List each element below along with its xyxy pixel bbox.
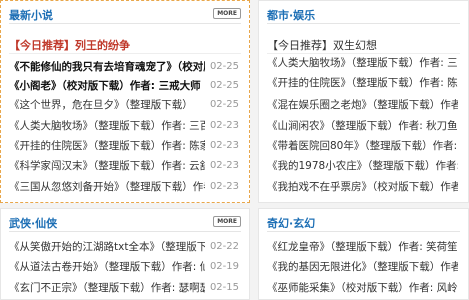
- list-item-title[interactable]: 《带着医院回80年》（整理版下载）作者: 辣饺: [267, 138, 458, 154]
- list-item-title[interactable]: 《三国从忽悠刘备开始》（整理版下载）作者: [9, 179, 205, 195]
- list-item-title[interactable]: 《我拍戏不在乎票房》（校对版下载）作者: [267, 179, 458, 195]
- list-item-title[interactable]: 《不能修仙的我只有去培育魂宠了》（校对版: [9, 59, 205, 75]
- panel-title[interactable]: 武侠·仙侠: [9, 215, 57, 231]
- list-item[interactable]: 《不能修仙的我只有去培育魂宠了》（校对版 02-25: [9, 59, 239, 75]
- list-item[interactable]: 《玄门不正宗》（整理版下载）作者: 瑟啊瑟 02-15: [9, 280, 239, 296]
- list-item[interactable]: 《人类大脑牧场》（整理版下载）作者: 三百 02-23: [9, 118, 239, 134]
- list-item-title[interactable]: 《开挂的住院医》（整理版下载）作者: 陈家: [9, 138, 205, 154]
- list-item[interactable]: 《开挂的住院医》（整理版下载）作者: 陈家 02-23: [9, 138, 239, 154]
- list-item-title[interactable]: 《这个世界，危在旦夕》（整理版下载）: [9, 97, 205, 113]
- latest-novels-panel: 最新小说 MORE 【今日推荐】列王的纷争 《不能修仙的我只有去培育魂宠了》（校…: [0, 0, 250, 203]
- list-item-date: 02-23: [209, 160, 239, 171]
- list-item[interactable]: 《这个世界，危在旦夕》（整理版下载） 02-25: [9, 97, 239, 113]
- list-item-date: 02-25: [209, 61, 239, 72]
- list-item-title[interactable]: 《人类大脑牧场》（整理版下载）作者: 三百: [267, 55, 458, 71]
- list-item-title[interactable]: 《巫师能采集》（校对版下载）作者: 风岭客: [267, 280, 458, 296]
- list-item-date: 02-25: [209, 80, 239, 91]
- list-item-date: 02-15: [209, 282, 239, 293]
- list-item-title[interactable]: 《从笑傲开始的江湖路txt全本》（整理版下载: [9, 239, 205, 255]
- list-item-title[interactable]: 《红龙皇帝》（整理版下载）作者: 笑荷笙: [267, 239, 458, 255]
- list-item[interactable]: 《我拍戏不在乎票房》（校对版下载）作者: [267, 179, 458, 195]
- divider: [9, 23, 241, 24]
- list-item[interactable]: 《我的1978小农庄》（整理版下载）作者: 名窑: [267, 158, 458, 174]
- list-item[interactable]: 《三国从忽悠刘备开始》（整理版下载）作者 02-23: [9, 179, 239, 195]
- list-item[interactable]: 《巫师能采集》（校对版下载）作者: 风岭客: [267, 280, 458, 296]
- list-item-title[interactable]: 《从道法古卷开始》（整理版下载）作者: 仙先: [9, 259, 205, 275]
- list-item[interactable]: 《我的基因无限进化》（整理版下载）作者: [267, 259, 458, 275]
- wuxia-xianxia-panel: 武侠·仙侠 MORE 《从笑傲开始的江湖路txt全本》（整理版下载 02-22 《…: [0, 208, 250, 300]
- list-item[interactable]: 《小阁老》（校对版下载）作者: 三戒大师 02-25: [9, 78, 239, 94]
- list-item-date: 02-23: [209, 120, 239, 131]
- featured-link[interactable]: 【今日推荐】列王的纷争: [9, 37, 130, 53]
- list-item-date: 02-25: [209, 99, 239, 110]
- featured-link[interactable]: 【今日推荐】双生幻想: [267, 37, 377, 53]
- fantasy-xuanhuan-panel: 奇幻·玄幻 《红龙皇帝》（整理版下载）作者: 笑荷笙 《我的基因无限进化》（整理…: [258, 208, 469, 300]
- panel-title[interactable]: 都市·娱乐: [267, 7, 315, 23]
- divider: [267, 23, 460, 24]
- panel-title[interactable]: 奇幻·玄幻: [267, 215, 315, 231]
- divider: [267, 231, 460, 232]
- list-item[interactable]: 《混在娱乐圈之老炮》（整理版下载）作者: [267, 97, 458, 113]
- list-item[interactable]: 《从道法古卷开始》（整理版下载）作者: 仙先 02-19: [9, 259, 239, 275]
- divider: [9, 231, 241, 232]
- list-item-title[interactable]: 《开挂的住院医》（整理版下载）作者: 陈家: [267, 75, 458, 91]
- list-item-date: 02-23: [209, 140, 239, 151]
- list-item[interactable]: 《带着医院回80年》（整理版下载）作者: 辣饺: [267, 138, 458, 154]
- list-item-title[interactable]: 《科学家闯汉末》（整理版下载）作者: 云舒兄: [9, 158, 205, 174]
- list-item[interactable]: 《科学家闯汉末》（整理版下载）作者: 云舒兄 02-23: [9, 158, 239, 174]
- divider: [267, 53, 460, 54]
- divider: [9, 53, 241, 54]
- list-item-title[interactable]: 《我的1978小农庄》（整理版下载）作者: 名窑: [267, 158, 458, 174]
- list-item[interactable]: 《从笑傲开始的江湖路txt全本》（整理版下载 02-22: [9, 239, 239, 255]
- more-button[interactable]: MORE: [213, 8, 241, 19]
- list-item-date: 02-22: [209, 241, 239, 252]
- list-item-date: 02-23: [209, 181, 239, 192]
- list-item[interactable]: 《红龙皇帝》（整理版下载）作者: 笑荷笙: [267, 239, 458, 255]
- list-item-title[interactable]: 《混在娱乐圈之老炮》（整理版下载）作者: [267, 97, 458, 113]
- list-item-date: 02-19: [209, 261, 239, 272]
- list-item[interactable]: 《开挂的住院医》（整理版下载）作者: 陈家: [267, 75, 458, 91]
- list-item-title[interactable]: 《玄门不正宗》（整理版下载）作者: 瑟啊瑟: [9, 280, 205, 296]
- urban-entertainment-panel: 都市·娱乐 【今日推荐】双生幻想 《人类大脑牧场》（整理版下载）作者: 三百 《…: [258, 0, 469, 203]
- list-item-title[interactable]: 《山涧闲农》（整理版下载）作者: 秋刀鱼鱼: [267, 118, 458, 134]
- list-item-title[interactable]: 《我的基因无限进化》（整理版下载）作者: [267, 259, 458, 275]
- list-item[interactable]: 《人类大脑牧场》（整理版下载）作者: 三百: [267, 55, 458, 71]
- list-item[interactable]: 《山涧闲农》（整理版下载）作者: 秋刀鱼鱼: [267, 118, 458, 134]
- more-button[interactable]: MORE: [213, 216, 241, 227]
- list-item-title[interactable]: 《人类大脑牧场》（整理版下载）作者: 三百: [9, 118, 205, 134]
- panel-title[interactable]: 最新小说: [9, 7, 53, 23]
- list-item-title[interactable]: 《小阁老》（校对版下载）作者: 三戒大师: [9, 78, 205, 94]
